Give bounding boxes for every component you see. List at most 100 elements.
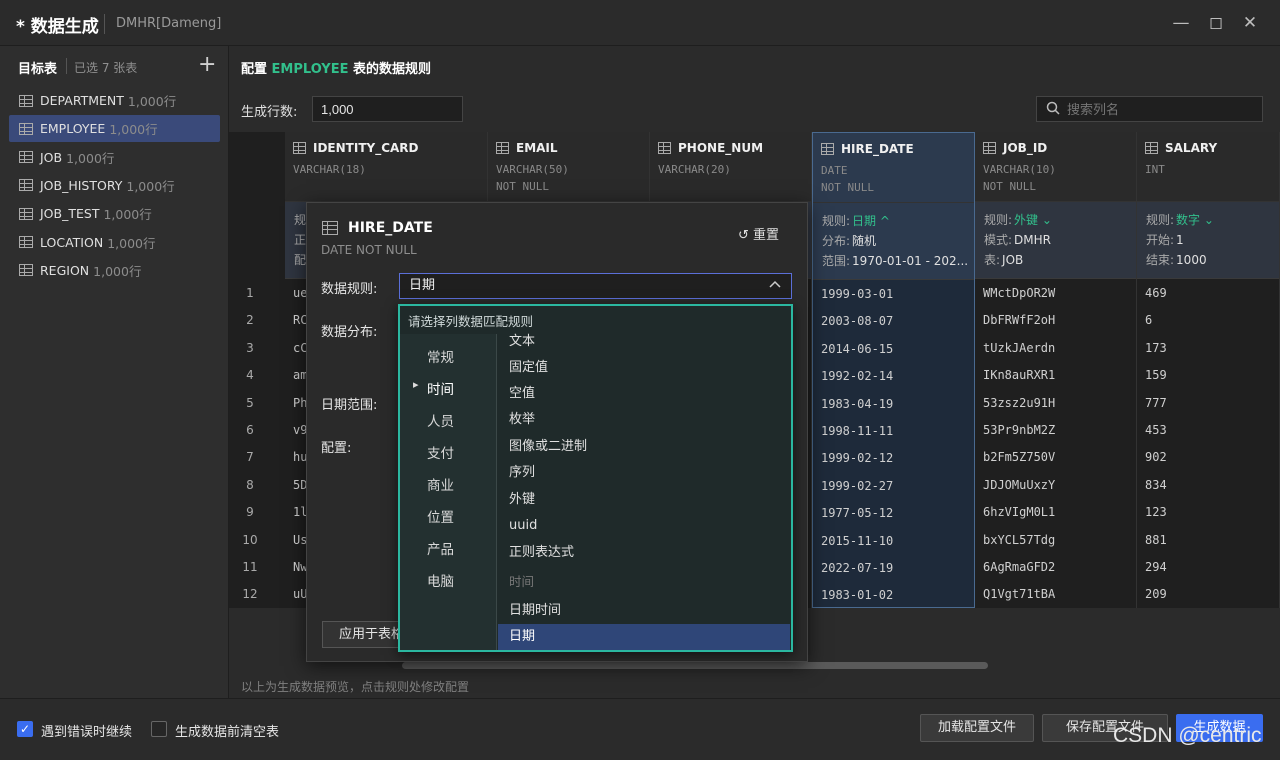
continue-on-error-checkbox[interactable]: ✓ <box>17 721 33 737</box>
rule-option[interactable]: 空值 <box>498 381 790 407</box>
rows-input[interactable] <box>312 96 463 122</box>
header-prefix: 配置 <box>241 62 268 77</box>
category-item[interactable]: 产品 <box>427 538 454 558</box>
grid-cell[interactable]: 2022-07-19 <box>813 555 974 582</box>
grid-cell[interactable]: DbFRWfF2oH <box>975 307 1136 334</box>
minimize-icon[interactable]: — <box>1168 10 1194 36</box>
horizontal-scrollbar[interactable] <box>402 662 988 669</box>
grid-cell[interactable]: 1992-02-14 <box>813 363 974 390</box>
grid-cell[interactable]: Q1Vgt71tBA <box>975 581 1136 608</box>
column-header[interactable]: PHONE_NUM VARCHAR(20) <box>650 132 811 202</box>
rule-option[interactable]: 固定值 <box>498 355 790 381</box>
grid-cell[interactable]: 453 <box>1137 417 1279 444</box>
grid-column[interactable]: JOB_ID VARCHAR(10) NOT NULL 规则: 外键 ⌄ 模式: DMHR 表… <box>975 132 1137 608</box>
grid-cell[interactable]: 1998-11-11 <box>813 418 974 445</box>
close-icon[interactable]: ✕ <box>1237 10 1263 36</box>
grid-cell[interactable]: 1999-02-27 <box>813 473 974 500</box>
grid-cell[interactable]: 2014-06-15 <box>813 336 974 363</box>
category-item[interactable]: 时间 <box>427 378 454 398</box>
column-name-text: JOB_ID <box>1003 141 1048 155</box>
grid-cell[interactable]: 209 <box>1137 581 1279 608</box>
rule-option[interactable]: 正则表达式 <box>498 540 790 566</box>
column-datatype: VARCHAR(20) <box>658 163 731 176</box>
clear-before-checkbox[interactable] <box>151 721 167 737</box>
maximize-icon[interactable]: ◻ <box>1203 10 1229 36</box>
grid-cell[interactable]: tUzkJAerdn <box>975 335 1136 362</box>
grid-cell[interactable]: 1983-04-19 <box>813 391 974 418</box>
grid-cell[interactable]: WMctDpOR2W <box>975 280 1136 307</box>
rule-key: 开始: <box>1146 233 1175 247</box>
grid-cell[interactable]: 6 <box>1137 307 1279 334</box>
rule-option[interactable]: 枚举 <box>498 407 790 433</box>
rule-line: 模式: DMHR <box>984 230 1127 250</box>
grid-cell[interactable]: 902 <box>1137 444 1279 471</box>
grid-cell[interactable]: 123 <box>1137 499 1279 526</box>
dialog-title: HIRE_DATE <box>348 220 433 236</box>
rule-option[interactable]: 外键 <box>498 487 790 513</box>
grid-cell[interactable]: 834 <box>1137 472 1279 499</box>
rule-option[interactable]: 日期 <box>498 624 790 650</box>
sidebar-table-item[interactable]: JOB_TEST 1,000行 <box>9 200 220 227</box>
load-config-button[interactable]: 加载配置文件 <box>920 714 1034 742</box>
rule-option[interactable]: 图像或二进制 <box>498 434 790 460</box>
grid-cell[interactable]: 1983-01-02 <box>813 582 974 608</box>
sidebar-table-item[interactable]: DEPARTMENT 1,000行 <box>9 87 220 114</box>
continue-on-error-label: 遇到错误时继续 <box>41 725 133 740</box>
reset-button[interactable]: ↺ 重置 <box>738 224 779 243</box>
grid-cell[interactable]: IKn8auRXR1 <box>975 362 1136 389</box>
grid-cell[interactable]: 6AgRmaGFD2 <box>975 554 1136 581</box>
grid-cell[interactable]: JDJOMuUxzY <box>975 472 1136 499</box>
apply-to-table-button[interactable]: 应用于表格 <box>322 621 404 648</box>
grid-cell[interactable]: 294 <box>1137 554 1279 581</box>
column-rule-cell[interactable]: 规则: 日期 ^ 分布: 随机 范围: 1970-01-01 - 202... <box>813 203 974 280</box>
sidebar-table-item[interactable]: JOB_HISTORY 1,000行 <box>9 172 220 199</box>
header-table-name: EMPLOYEE <box>271 62 349 77</box>
sidebar-table-item[interactable]: JOB 1,000行 <box>9 144 220 171</box>
rule-value: 1970-01-01 - 202... <box>852 254 969 268</box>
grid-column[interactable]: SALARY INT 规则: 数字 ⌄ 开始: 1 结束: 1000 469 6 173 159 777… <box>1137 132 1280 608</box>
grid-cell[interactable]: 53Pr9nbM2Z <box>975 417 1136 444</box>
table-name: REGION <box>40 262 90 278</box>
rule-option[interactable]: 文本 <box>498 329 790 355</box>
column-header[interactable]: JOB_ID VARCHAR(10) NOT NULL <box>975 132 1136 202</box>
grid-cell[interactable]: 881 <box>1137 527 1279 554</box>
column-search-input[interactable] <box>1036 96 1263 122</box>
column-header[interactable]: HIRE_DATE DATE NOT NULL <box>813 133 974 203</box>
grid-cell[interactable]: 1977-05-12 <box>813 500 974 527</box>
rule-option[interactable]: 序列 <box>498 460 790 486</box>
column-rule-cell[interactable]: 规则: 外键 ⌄ 模式: DMHR 表: JOB <box>975 202 1136 279</box>
category-item[interactable]: 商业 <box>427 474 454 494</box>
option-group-label: 时间 <box>509 574 535 589</box>
category-item[interactable]: 支付 <box>427 442 454 462</box>
grid-cell[interactable]: 53zsz2u91H <box>975 390 1136 417</box>
column-header[interactable]: EMAIL VARCHAR(50) NOT NULL <box>488 132 649 202</box>
column-rule-cell[interactable]: 规则: 数字 ⌄ 开始: 1 结束: 1000 <box>1137 202 1279 279</box>
grid-cell[interactable]: 2003-08-07 <box>813 308 974 335</box>
category-item[interactable]: 常规 <box>427 346 454 366</box>
grid-cell[interactable]: 173 <box>1137 335 1279 362</box>
rule-option[interactable]: 日期时间 <box>498 598 790 624</box>
rule-select[interactable]: 日期 <box>399 273 792 299</box>
grid-cell[interactable]: 777 <box>1137 390 1279 417</box>
grid-cell[interactable]: 159 <box>1137 362 1279 389</box>
grid-cell[interactable]: 1999-02-12 <box>813 445 974 472</box>
column-header[interactable]: SALARY INT <box>1137 132 1279 202</box>
sidebar-table-item[interactable]: LOCATION 1,000行 <box>9 229 220 256</box>
add-table-icon[interactable]: + <box>198 52 216 77</box>
grid-cell[interactable]: 6hzVIgM0L1 <box>975 499 1136 526</box>
category-item[interactable]: 位置 <box>427 506 454 526</box>
rule-option[interactable]: uuid <box>498 513 790 539</box>
grid-cell[interactable]: b2Fm5Z750V <box>975 444 1136 471</box>
category-item[interactable]: 人员 <box>427 410 454 430</box>
grid-column[interactable]: HIRE_DATE DATE NOT NULL 规则: 日期 ^ 分布: 随机 范围: 1970… <box>812 132 975 608</box>
category-item[interactable]: 电脑 <box>427 570 454 590</box>
rule-line: 规则: 外键 ⌄ <box>984 210 1127 230</box>
grid-cell[interactable]: 1999-03-01 <box>813 281 974 308</box>
sidebar-table-item[interactable]: EMPLOYEE 1,000行 <box>9 115 220 143</box>
grid-cell[interactable]: 469 <box>1137 280 1279 307</box>
column-datatype: VARCHAR(50) <box>496 163 569 176</box>
column-header[interactable]: IDENTITY_CARD VARCHAR(18) <box>285 132 487 202</box>
grid-cell[interactable]: bxYCL57Tdg <box>975 527 1136 554</box>
sidebar-table-item[interactable]: REGION 1,000行 <box>9 257 220 284</box>
grid-cell[interactable]: 2015-11-10 <box>813 528 974 555</box>
